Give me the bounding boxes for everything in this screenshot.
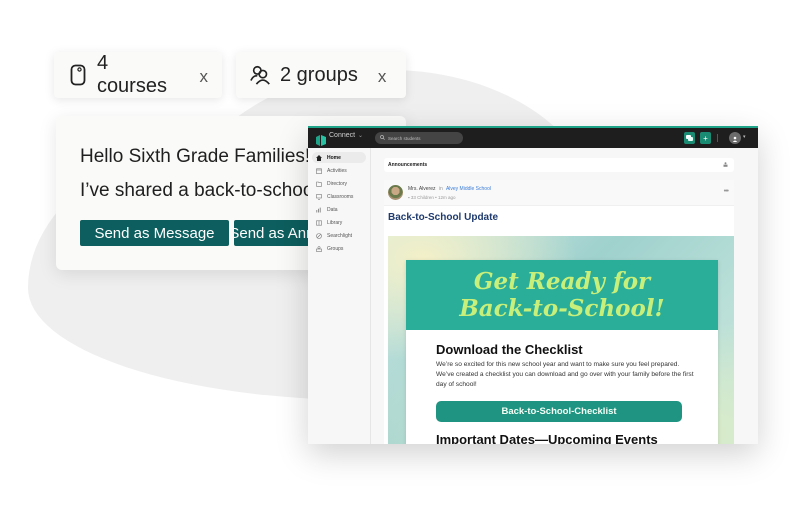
groups-icon[interactable] (723, 162, 728, 167)
post-title: Back-to-School Update (388, 212, 499, 223)
sidebar-item-searchlight[interactable]: Searchlight (312, 230, 366, 241)
top-bar: Connect ⌄ Search students + ▾ (308, 126, 758, 148)
checklist-heading: Download the Checklist (436, 342, 583, 357)
user-icon (732, 129, 738, 147)
message-greeting: Hello Sixth Grade Families! (80, 146, 311, 167)
author-avatar (388, 185, 403, 200)
plus-icon: + (703, 133, 708, 143)
sidebar-item-label: Activities (327, 167, 347, 174)
groups-chip[interactable]: 2 groups x (236, 52, 406, 98)
announcements-header: Announcements (384, 158, 734, 172)
folder-icon (316, 181, 322, 187)
add-button[interactable]: + (700, 132, 711, 144)
author-name[interactable]: Mrs. Alverez (408, 186, 436, 192)
checklist-download-button[interactable]: Back-to-School-Checklist (436, 401, 682, 422)
sidebar-item-label: Groups (327, 245, 344, 252)
users-icon (250, 63, 272, 87)
chip-label: 4 courses (96, 52, 167, 97)
remove-courses-button[interactable]: x (200, 67, 209, 87)
chevron-down-icon[interactable]: ▾ (743, 134, 746, 140)
sidebar-item-data[interactable]: Data (312, 204, 366, 215)
device-icon (68, 63, 89, 87)
search-icon (380, 135, 385, 141)
announcement-post: Mrs. Alverez in Alvey Middle School ▪ 33… (384, 180, 734, 444)
chevron-down-icon[interactable]: ⌄ (358, 132, 363, 139)
sidebar-item-library[interactable]: Library (312, 217, 366, 228)
send-as-message-button[interactable]: Send as Message (80, 220, 229, 246)
search-placeholder: Search students (388, 135, 421, 141)
sidebar-item-label: Classrooms (327, 193, 354, 200)
post-author-line: Mrs. Alverez in Alvey Middle School (408, 186, 491, 192)
chip-label: 2 groups (280, 63, 358, 86)
divider (717, 134, 718, 142)
post-banner-image: Get Ready for Back-to-School! Download t… (388, 236, 734, 444)
book-icon (316, 220, 322, 226)
logo-icon (316, 133, 326, 146)
sidebar-item-label: Library (327, 219, 343, 226)
searchlight-icon (316, 232, 322, 239)
sidebar-item-label: Home (327, 154, 341, 161)
courses-chip[interactable]: 4 courses x (54, 52, 222, 98)
remove-groups-button[interactable]: x (378, 67, 387, 87)
checklist-body: We’re so excited for this new school yea… (436, 361, 694, 388)
sidebar-item-groups[interactable]: Groups (312, 243, 366, 254)
sidebar-item-label: Searchlight (327, 232, 353, 239)
promo-card: Get Ready for Back-to-School! Download t… (406, 260, 718, 444)
sidebar-item-label: Directory (327, 180, 348, 187)
audience-icon: ▪ (408, 195, 410, 200)
groups-icon (316, 245, 322, 252)
promo-title-line1: Get Ready for (473, 268, 651, 295)
main-feed: Announcements Mrs. Alverez in Alvey Midd… (372, 148, 758, 444)
sidebar-item-label: Data (327, 206, 338, 213)
home-icon (316, 154, 322, 161)
sidebar-item-classrooms[interactable]: Classrooms (312, 191, 366, 202)
chat-icon (686, 134, 693, 143)
sidebar-item-activities[interactable]: Activities (312, 165, 366, 176)
more-options-button[interactable]: ••• (724, 188, 729, 195)
chart-icon (316, 207, 322, 213)
sidebar-item-directory[interactable]: Directory (312, 178, 366, 189)
search-input[interactable]: Search students (375, 132, 463, 144)
classroom-icon (316, 193, 322, 200)
user-avatar-button[interactable] (729, 132, 741, 144)
post-header: Mrs. Alverez in Alvey Middle School ▪ 33… (384, 180, 734, 206)
calendar-icon (316, 168, 322, 174)
promo-header: Get Ready for Back-to-School! (406, 260, 718, 330)
in-label: in (438, 186, 443, 192)
app-window: Connect ⌄ Search students + ▾ Home Activ… (308, 126, 758, 444)
brand-name[interactable]: Connect (329, 132, 355, 139)
school-link[interactable]: Alvey Middle School (446, 186, 491, 192)
chat-button[interactable] (684, 132, 695, 144)
sidebar: Home Activities Directory Classrooms Dat… (308, 148, 371, 444)
announcements-label: Announcements (388, 162, 428, 168)
post-meta-text: 33 Children • 12m ago (410, 195, 456, 200)
promo-title-line2: Back-to-School! (459, 295, 665, 322)
post-meta: ▪ 33 Children • 12m ago (408, 195, 455, 200)
events-heading: Important Dates—Upcoming Events (436, 432, 658, 444)
sidebar-item-home[interactable]: Home (312, 152, 366, 163)
